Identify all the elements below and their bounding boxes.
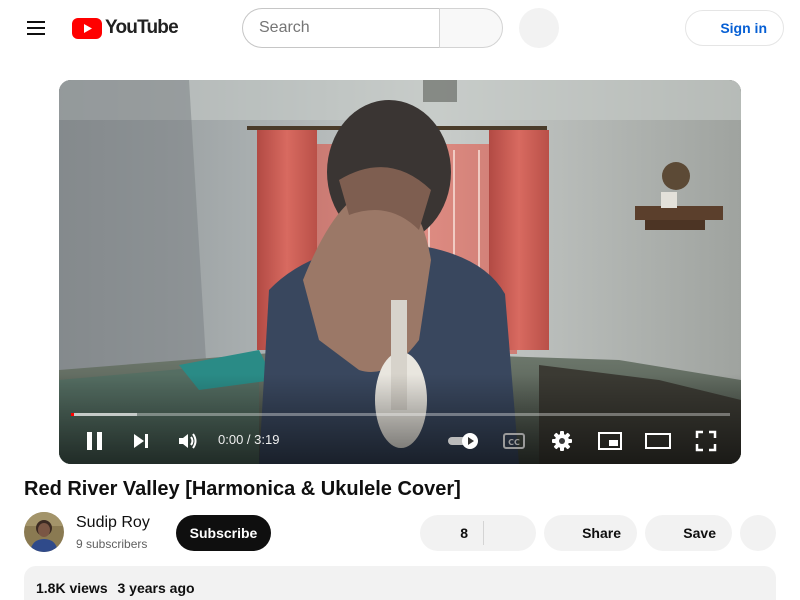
search-button[interactable] — [439, 8, 503, 48]
save-button[interactable]: Save — [645, 515, 732, 551]
time-display: 0:00 / 3:19 — [218, 432, 279, 447]
youtube-logo[interactable]: YouTube — [72, 17, 179, 39]
svg-text:CC: CC — [508, 438, 520, 447]
more-actions-button[interactable] — [740, 515, 776, 551]
pause-button[interactable] — [78, 424, 112, 458]
time-duration: 3:19 — [254, 432, 280, 447]
autoplay-toggle[interactable] — [444, 424, 484, 458]
theater-mode-icon — [645, 433, 671, 449]
like-count: 8 — [460, 525, 468, 541]
progress-buffered — [71, 413, 137, 416]
like-button[interactable]: 8 — [420, 515, 484, 551]
view-count: 1.8K views — [36, 580, 108, 596]
subtitles-button[interactable]: CC — [497, 424, 531, 458]
search-input[interactable] — [243, 9, 440, 47]
logo-wordmark: YouTube — [105, 17, 179, 38]
avatar-image — [24, 512, 64, 552]
mute-button[interactable] — [171, 424, 205, 458]
gear-icon — [552, 431, 572, 451]
description-meta: 1.8K views 3 years ago — [36, 580, 195, 596]
masthead: YouTube Sign in — [0, 0, 800, 56]
share-label: Share — [582, 525, 621, 541]
subscribe-button[interactable]: Subscribe — [176, 515, 271, 551]
upload-age: 3 years ago — [117, 580, 195, 596]
hamburger-menu-icon — [27, 21, 45, 35]
youtube-play-logo-icon — [72, 17, 102, 39]
pause-icon — [87, 432, 102, 450]
sign-in-button[interactable]: Sign in — [685, 10, 784, 46]
time-separator: / — [243, 432, 255, 447]
progress-bar[interactable] — [71, 413, 730, 416]
channel-avatar[interactable] — [24, 512, 64, 552]
video-player[interactable]: 0:00 / 3:19 CC — [59, 80, 741, 464]
search-box — [242, 8, 440, 48]
description-box[interactable]: 1.8K views 3 years ago — [24, 566, 776, 600]
share-button[interactable]: Share — [544, 515, 637, 551]
dislike-button[interactable] — [484, 515, 536, 551]
fullscreen-button[interactable] — [689, 424, 723, 458]
closed-captions-icon: CC — [503, 433, 525, 449]
sign-in-label: Sign in — [720, 20, 767, 36]
skip-next-icon — [134, 434, 148, 448]
next-video-button[interactable] — [124, 424, 158, 458]
fullscreen-icon — [695, 430, 717, 452]
subscribe-label: Subscribe — [189, 525, 258, 541]
miniplayer-icon — [598, 432, 622, 450]
miniplayer-button[interactable] — [593, 424, 627, 458]
voice-search-button[interactable] — [519, 8, 559, 48]
channel-name[interactable]: Sudip Roy — [76, 514, 150, 532]
time-current: 0:00 — [218, 432, 244, 447]
settings-button[interactable] — [545, 424, 579, 458]
progress-played — [71, 413, 75, 416]
controls-gradient — [59, 374, 741, 464]
theater-mode-button[interactable] — [641, 424, 675, 458]
guide-menu-button[interactable] — [16, 8, 56, 48]
autoplay-toggle-icon — [448, 433, 478, 449]
save-label: Save — [683, 525, 716, 541]
volume-icon — [179, 433, 197, 449]
subscriber-count: 9 subscribers — [76, 537, 148, 551]
video-title: Red River Valley [Harmonica & Ukulele Co… — [24, 478, 461, 500]
